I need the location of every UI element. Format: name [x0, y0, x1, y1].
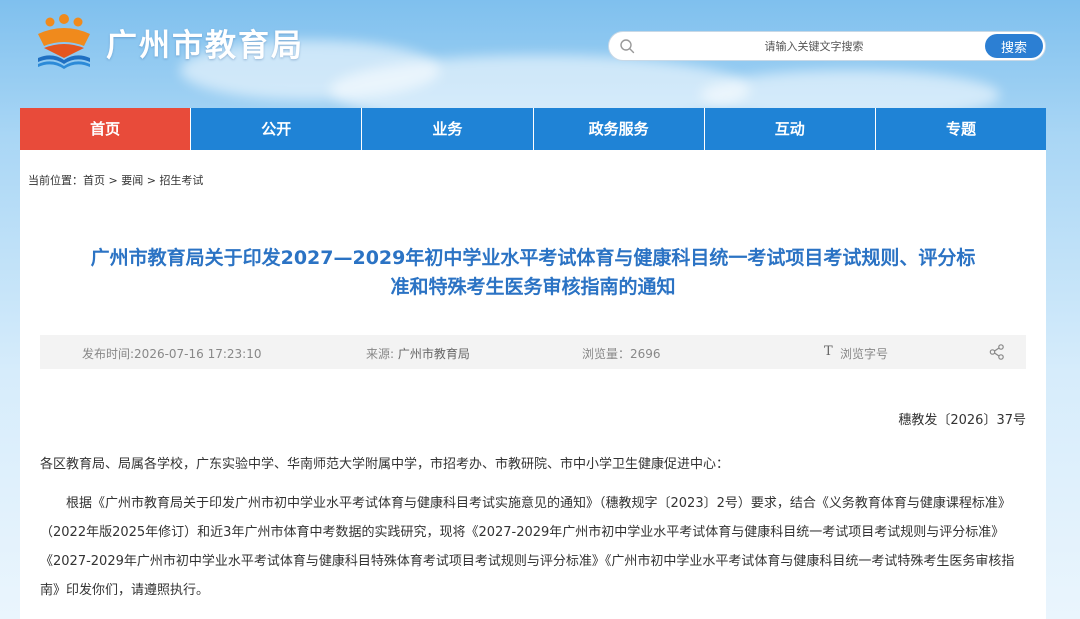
- view-count: 浏览量：2696: [582, 347, 661, 361]
- search-input[interactable]: [649, 36, 979, 56]
- nav-item-interaction[interactable]: 互动: [704, 108, 876, 150]
- content-panel: 当前位置：首页 > 要闻 > 招生考试 广州市教育局关于印发2027—2029年…: [20, 150, 1046, 619]
- site-header: 广州市教育局 搜索: [0, 0, 1080, 108]
- article-body-paragraph: 根据《广州市教育局关于印发广州市初中学业水平考试体育与健康科目考试实施意见的通知…: [40, 496, 1015, 598]
- search-button[interactable]: 搜索: [985, 34, 1043, 58]
- article-source: 来源: 广州市教育局: [366, 345, 470, 362]
- article-meta-bar: 发布时间:2026-07-16 17:23:10 来源: 广州市教育局 浏览量：…: [40, 335, 1026, 369]
- breadcrumb-prefix: 当前位置：: [28, 174, 83, 187]
- main-nav: 首页 公开 业务 政务服务 互动 专题: [20, 108, 1047, 150]
- article-title: 广州市教育局关于印发2027—2029年初中学业水平考试体育与健康科目统一考试项…: [90, 247, 976, 298]
- breadcrumb-separator: >: [105, 174, 122, 187]
- breadcrumb: 当前位置：首页 > 要闻 > 招生考试: [28, 172, 203, 188]
- font-size-control[interactable]: 浏览字号: [840, 345, 888, 362]
- article-salutation: 各区教育局、局属各学校，广东实验中学、华南师范大学附属中学，市招考办、市教研院、…: [40, 457, 730, 472]
- nav-item-government-services[interactable]: 政务服务: [533, 108, 705, 150]
- document-number: 穗教发〔2026〕37号: [898, 413, 1026, 428]
- site-title[interactable]: 广州市教育局: [106, 20, 304, 65]
- breadcrumb-admissions[interactable]: 招生考试: [159, 174, 203, 187]
- nav-item-business[interactable]: 业务: [362, 108, 534, 150]
- breadcrumb-news[interactable]: 要闻: [121, 174, 143, 187]
- breadcrumb-home[interactable]: 首页: [83, 174, 105, 187]
- breadcrumb-separator: >: [143, 174, 160, 187]
- source-label: 来源:: [366, 347, 398, 361]
- nav-item-home[interactable]: 首页: [20, 108, 192, 150]
- nav-item-topics[interactable]: 专题: [875, 108, 1047, 150]
- font-size-icon[interactable]: T: [824, 344, 833, 359]
- share-icon[interactable]: [988, 343, 1006, 361]
- search-icon: [620, 39, 635, 54]
- source-value: 广州市教育局: [397, 347, 470, 361]
- education-bureau-logo-icon[interactable]: [32, 14, 96, 70]
- publish-time: 发布时间:2026-07-16 17:23:10: [82, 347, 262, 361]
- search-box: 搜索: [608, 31, 1046, 61]
- nav-item-public[interactable]: 公开: [191, 108, 363, 150]
